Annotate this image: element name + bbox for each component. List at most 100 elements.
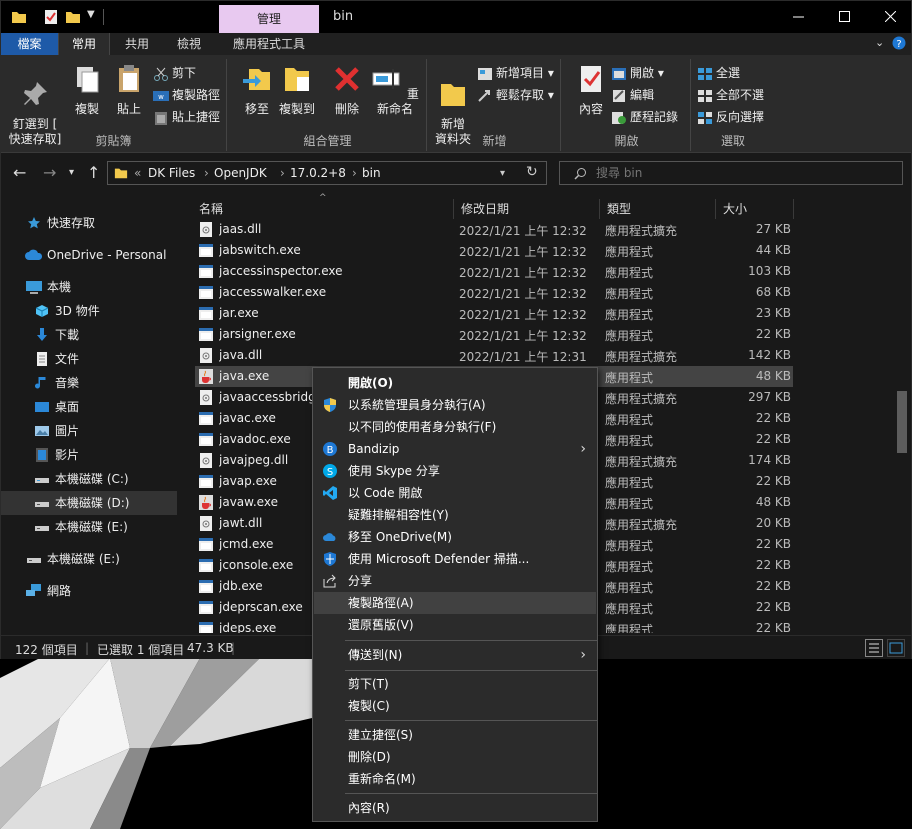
table-row[interactable]: jaas.dll 2022/1/21 上午 12:32 應用程式擴充 27 KB bbox=[195, 219, 793, 240]
menu-item-rename[interactable]: 重新命名(M) bbox=[314, 768, 596, 790]
sidebar-item-onedrive[interactable]: OneDrive - Personal bbox=[1, 243, 177, 267]
address-dropdown-chevron-icon[interactable]: ▾ bbox=[500, 168, 505, 179]
sidebar-item-pictures[interactable]: 圖片 bbox=[1, 419, 177, 443]
menu-item-restore-versions[interactable]: 還原舊版(V) bbox=[314, 614, 596, 636]
search-box[interactable] bbox=[559, 161, 903, 185]
menu-item-properties[interactable]: 內容(R) bbox=[314, 797, 596, 819]
manage-context-tab[interactable]: 管理 bbox=[219, 5, 319, 33]
select-none-button[interactable]: 全部不選 bbox=[697, 85, 764, 105]
recent-locations-chevron-icon[interactable]: ▾ bbox=[69, 167, 74, 178]
close-button[interactable] bbox=[867, 1, 912, 31]
breadcrumb-dk-files[interactable]: DK Files bbox=[148, 166, 195, 180]
details-view-icon[interactable] bbox=[865, 639, 883, 657]
menu-item-skype[interactable]: S 使用 Skype 分享 bbox=[314, 460, 596, 482]
copy-to-button[interactable]: 複製到 bbox=[277, 63, 317, 117]
menu-item-send-to[interactable]: 傳送到(N) › bbox=[314, 644, 596, 666]
column-type[interactable]: 類型 bbox=[607, 200, 631, 217]
help-icon[interactable]: ? bbox=[892, 36, 906, 50]
properties-button[interactable]: 內容 bbox=[571, 63, 611, 117]
menu-item-vscode[interactable]: 以 Code 開啟 bbox=[314, 482, 596, 504]
menu-item-delete[interactable]: 刪除(D) bbox=[314, 746, 596, 768]
sidebar-item-quick-access[interactable]: 快速存取 bbox=[1, 211, 177, 235]
up-arrow-icon[interactable]: ↑ bbox=[87, 163, 100, 182]
copy-path-button[interactable]: w 複製路徑 bbox=[153, 85, 220, 105]
forward-arrow-icon[interactable]: → bbox=[43, 163, 56, 182]
vertical-scrollbar[interactable] bbox=[893, 193, 910, 633]
maximize-button[interactable] bbox=[821, 1, 867, 31]
sidebar-item-videos[interactable]: 影片 bbox=[1, 443, 177, 467]
breadcrumb-separator-icon[interactable]: › bbox=[352, 166, 357, 180]
rename-button[interactable]: 重新命名 bbox=[367, 63, 423, 117]
column-divider[interactable] bbox=[599, 199, 600, 219]
menu-item-share[interactable]: 分享 bbox=[314, 570, 596, 592]
table-row[interactable]: jarsigner.exe 2022/1/21 上午 12:32 應用程式 22 KB bbox=[195, 324, 793, 345]
minimize-button[interactable] bbox=[775, 1, 821, 31]
new-folder-icon[interactable] bbox=[65, 9, 81, 25]
menu-item-defender[interactable]: 使用 Microsoft Defender 掃描... bbox=[314, 548, 596, 570]
menu-item-onedrive[interactable]: 移至 OneDrive(M) bbox=[314, 526, 596, 548]
new-item-button[interactable]: 新增項目 ▾ bbox=[477, 63, 554, 83]
breadcrumb-separator-icon[interactable]: › bbox=[204, 166, 209, 180]
back-arrow-icon[interactable]: ← bbox=[13, 163, 26, 182]
column-divider[interactable] bbox=[793, 199, 794, 219]
paste-button[interactable]: 貼上 bbox=[109, 63, 149, 117]
breadcrumb-overflow[interactable]: « bbox=[134, 166, 141, 180]
history-button[interactable]: 歷程記錄 bbox=[611, 107, 678, 127]
column-divider[interactable] bbox=[453, 199, 454, 219]
tab-file[interactable]: 檔案 bbox=[1, 33, 58, 55]
column-date[interactable]: 修改日期 bbox=[461, 200, 509, 217]
menu-item-open[interactable]: 開啟(O) bbox=[314, 372, 596, 394]
menu-item-create-shortcut[interactable]: 建立捷徑(S) bbox=[314, 724, 596, 746]
sidebar-item-disk-d[interactable]: 本機磁碟 (D:) bbox=[1, 491, 177, 515]
sidebar-item-downloads[interactable]: 下載 bbox=[1, 323, 177, 347]
menu-item-copy-path[interactable]: 複製路徑(A) bbox=[314, 592, 596, 614]
tab-application-tools[interactable]: 應用程式工具 bbox=[221, 33, 317, 55]
breadcrumb-version[interactable]: 17.0.2+8 bbox=[290, 166, 346, 180]
table-row[interactable]: jaccesswalker.exe 2022/1/21 上午 12:32 應用程式 6… bbox=[195, 282, 793, 303]
cut-button[interactable]: 剪下 bbox=[153, 63, 196, 83]
delete-button[interactable]: 刪除 bbox=[327, 63, 367, 117]
easy-access-button[interactable]: 輕鬆存取 ▾ bbox=[477, 85, 554, 105]
table-row[interactable]: java.dll 2022/1/21 上午 12:31 應用程式擴充 142 KB bbox=[195, 345, 793, 366]
menu-item-troubleshoot[interactable]: 疑難排解相容性(Y) bbox=[314, 504, 596, 526]
breadcrumb-bin[interactable]: bin bbox=[362, 166, 381, 180]
menu-item-copy[interactable]: 複製(C) bbox=[314, 695, 596, 717]
collapse-ribbon-chevron-icon[interactable]: ⌄ bbox=[875, 36, 884, 49]
sidebar-item-documents[interactable]: 文件 bbox=[1, 347, 177, 371]
menu-item-run-as-other[interactable]: 以不同的使用者身分執行(F) bbox=[314, 416, 596, 438]
address-bar[interactable]: « DK Files › OpenJDK › 17.0.2+8 › bin ▾ … bbox=[107, 161, 547, 185]
select-all-button[interactable]: 全選 bbox=[697, 63, 740, 83]
menu-item-cut[interactable]: 剪下(T) bbox=[314, 673, 596, 695]
sidebar-item-this-pc[interactable]: 本機 bbox=[1, 275, 177, 299]
properties-check-icon[interactable] bbox=[43, 9, 59, 25]
sidebar-item-music[interactable]: 音樂 bbox=[1, 371, 177, 395]
edit-button[interactable]: 編輯 bbox=[611, 85, 654, 105]
breadcrumb-openjdk[interactable]: OpenJDK bbox=[214, 166, 267, 180]
scrollbar-thumb[interactable] bbox=[897, 391, 907, 453]
column-size[interactable]: 大小 bbox=[723, 200, 747, 217]
refresh-icon[interactable]: ↻ bbox=[526, 164, 538, 180]
table-row[interactable]: jabswitch.exe 2022/1/21 上午 12:32 應用程式 44 KB bbox=[195, 240, 793, 261]
table-row[interactable]: jar.exe 2022/1/21 上午 12:32 應用程式 23 KB bbox=[195, 303, 793, 324]
invert-selection-button[interactable]: 反向選擇 bbox=[697, 107, 764, 127]
column-divider[interactable] bbox=[715, 199, 716, 219]
sidebar-item-disk-c[interactable]: 本機磁碟 (C:) bbox=[1, 467, 177, 491]
search-input[interactable] bbox=[596, 164, 886, 182]
copy-button[interactable]: 複製 bbox=[67, 63, 107, 117]
tab-share[interactable]: 共用 bbox=[113, 33, 161, 55]
tab-view[interactable]: 檢視 bbox=[165, 33, 213, 55]
breadcrumb-separator-icon[interactable]: › bbox=[280, 166, 285, 180]
sidebar-item-network[interactable]: 網路 bbox=[1, 579, 177, 603]
table-row[interactable]: jaccessinspector.exe 2022/1/21 上午 12:32 應用… bbox=[195, 261, 793, 282]
sidebar-item-disk-e-root[interactable]: 本機磁碟 (E:) bbox=[1, 547, 177, 571]
sidebar-item-disk-e[interactable]: 本機磁碟 (E:) bbox=[1, 515, 177, 539]
sidebar-item-desktop[interactable]: 桌面 bbox=[1, 395, 177, 419]
tab-home[interactable]: 常用 bbox=[58, 33, 110, 55]
menu-item-run-as-admin[interactable]: 以系統管理員身分執行(A) bbox=[314, 394, 596, 416]
folder-icon[interactable] bbox=[11, 9, 27, 25]
move-to-button[interactable]: 移至 bbox=[237, 63, 277, 117]
large-icons-view-icon[interactable] bbox=[887, 639, 905, 657]
paste-shortcut-button[interactable]: 貼上捷徑 bbox=[153, 107, 220, 127]
open-button[interactable]: 開啟 ▾ bbox=[611, 63, 664, 83]
sidebar-item-3d-objects[interactable]: 3D 物件 bbox=[1, 299, 177, 323]
